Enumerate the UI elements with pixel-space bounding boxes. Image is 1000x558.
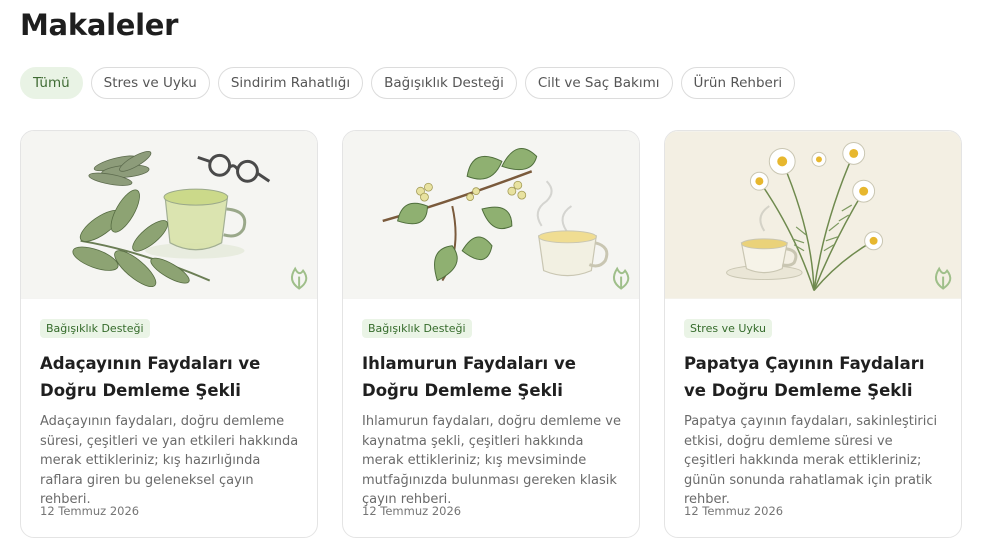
page-title: Makaleler [20, 8, 179, 42]
article-description: Ihlamurun faydaları, doğru demleme ve ka… [362, 414, 621, 507]
sage-tea-illustration [21, 131, 317, 299]
chamomile-tea-illustration [665, 131, 961, 299]
article-description: Adaçayının faydaları, doğru demleme süre… [40, 414, 299, 507]
article-date: 12 Temmuz 2026 [40, 504, 140, 518]
article-category-badge[interactable]: Bağışıklık Desteği [40, 319, 150, 338]
filter-chip-skin-hair[interactable]: Cilt ve Saç Bakımı [524, 67, 673, 99]
article-title[interactable]: Ihlamurun Faydaları ve Doğru Demleme Şek… [362, 350, 612, 404]
article-category-badge[interactable]: Bağışıklık Desteği [362, 319, 472, 338]
filter-chip-digestion[interactable]: Sindirim Rahatlığı [217, 67, 364, 99]
article-card-sage[interactable]: Bağışıklık Desteği Adaçayının Faydaları … [20, 130, 318, 538]
filter-chip-product-guide[interactable]: Ürün Rehberi [680, 67, 796, 99]
article-date: 12 Temmuz 2026 [684, 504, 784, 518]
filter-chip-stress-sleep[interactable]: Stres ve Uyku [90, 67, 210, 99]
linden-tea-illustration [343, 131, 639, 299]
article-date: 12 Temmuz 2026 [362, 504, 462, 518]
category-filter-bar: Tümü Stres ve Uyku Sindirim Rahatlığı Ba… [20, 67, 796, 99]
article-title[interactable]: Adaçayının Faydaları ve Doğru Demleme Şe… [40, 350, 290, 404]
filter-chip-immunity[interactable]: Bağışıklık Desteği [371, 67, 517, 99]
article-description: Papatya çayının faydaları, sakinleştiric… [684, 414, 938, 507]
article-category-badge[interactable]: Stres ve Uyku [684, 319, 772, 338]
article-card-chamomile[interactable]: Stres ve Uyku Papatya Çayının Faydaları … [664, 130, 962, 538]
filter-chip-all[interactable]: Tümü [20, 67, 83, 99]
article-grid: Bağışıklık Desteği Adaçayının Faydaları … [20, 130, 962, 538]
article-title[interactable]: Papatya Çayının Faydaları ve Doğru Demle… [684, 350, 934, 404]
article-card-linden[interactable]: Bağışıklık Desteği Ihlamurun Faydaları v… [342, 130, 640, 538]
